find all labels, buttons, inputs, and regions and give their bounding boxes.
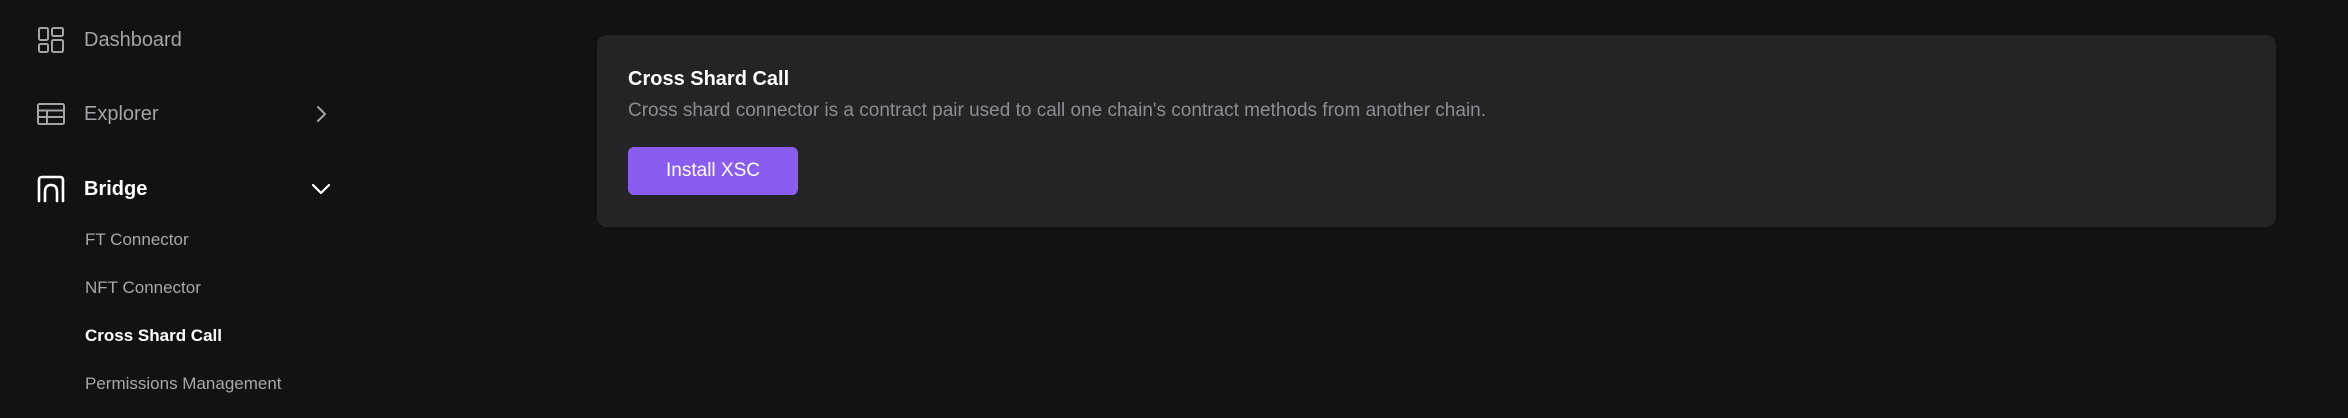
app-page: Dashboard Explorer Bridge FT Connector N…: [0, 0, 2348, 418]
dashboard-icon: [36, 25, 66, 55]
sidebar-item-label: Dashboard: [84, 28, 182, 51]
sidebar-item-dashboard[interactable]: Dashboard: [36, 22, 336, 58]
sidebar-subitem-nft-connector[interactable]: NFT Connector: [85, 275, 201, 301]
sidebar-subitem-ft-connector[interactable]: FT Connector: [85, 227, 189, 253]
table-icon: [36, 99, 66, 129]
cross-shard-call-card: Cross Shard Call Cross shard connector i…: [597, 35, 2276, 227]
sidebar-item-label: Bridge: [84, 177, 148, 200]
card-title: Cross Shard Call: [628, 68, 790, 90]
sidebar: Dashboard Explorer Bridge FT Connector N…: [0, 0, 360, 418]
card-description: Cross shard connector is a contract pair…: [628, 100, 1487, 121]
sidebar-item-bridge[interactable]: Bridge: [36, 171, 336, 207]
sidebar-item-label: Explorer: [84, 102, 159, 125]
sidebar-subitem-cross-shard-call[interactable]: Cross Shard Call: [85, 323, 222, 349]
sidebar-subitem-permissions-management[interactable]: Permissions Management: [85, 371, 282, 397]
install-xsc-button[interactable]: Install XSC: [628, 147, 798, 195]
chevron-down-icon[interactable]: [306, 171, 336, 207]
chevron-right-icon[interactable]: [306, 96, 336, 132]
sidebar-item-explorer[interactable]: Explorer: [36, 96, 336, 132]
bridge-icon: [36, 174, 66, 204]
